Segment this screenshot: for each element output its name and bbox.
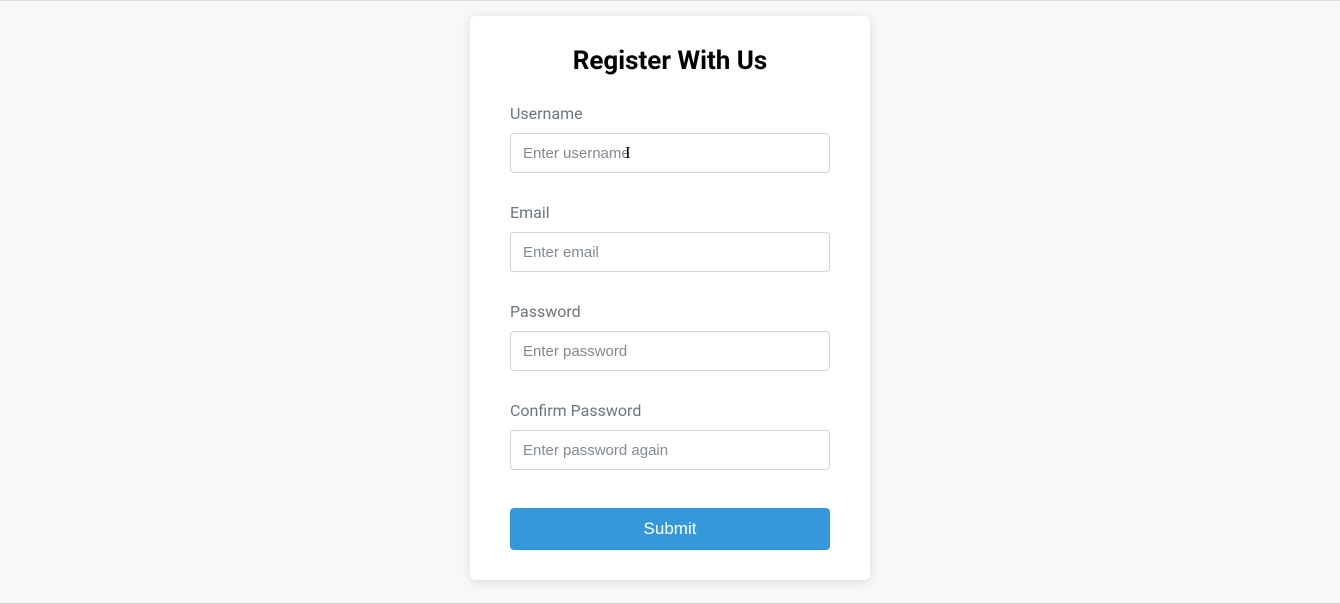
confirm-password-group: Confirm Password	[510, 401, 830, 470]
confirm-password-label: Confirm Password	[510, 401, 830, 420]
password-input[interactable]	[510, 331, 830, 371]
username-group: Username I	[510, 104, 830, 173]
register-card: Register With Us Username I Email Passwo…	[470, 16, 870, 580]
username-input[interactable]	[510, 133, 830, 173]
password-label: Password	[510, 302, 830, 321]
email-input[interactable]	[510, 232, 830, 272]
form-title: Register With Us	[510, 46, 830, 76]
password-group: Password	[510, 302, 830, 371]
submit-button[interactable]: Submit	[510, 508, 830, 550]
email-label: Email	[510, 203, 830, 222]
email-group: Email	[510, 203, 830, 272]
username-label: Username	[510, 104, 830, 123]
confirm-password-input[interactable]	[510, 430, 830, 470]
